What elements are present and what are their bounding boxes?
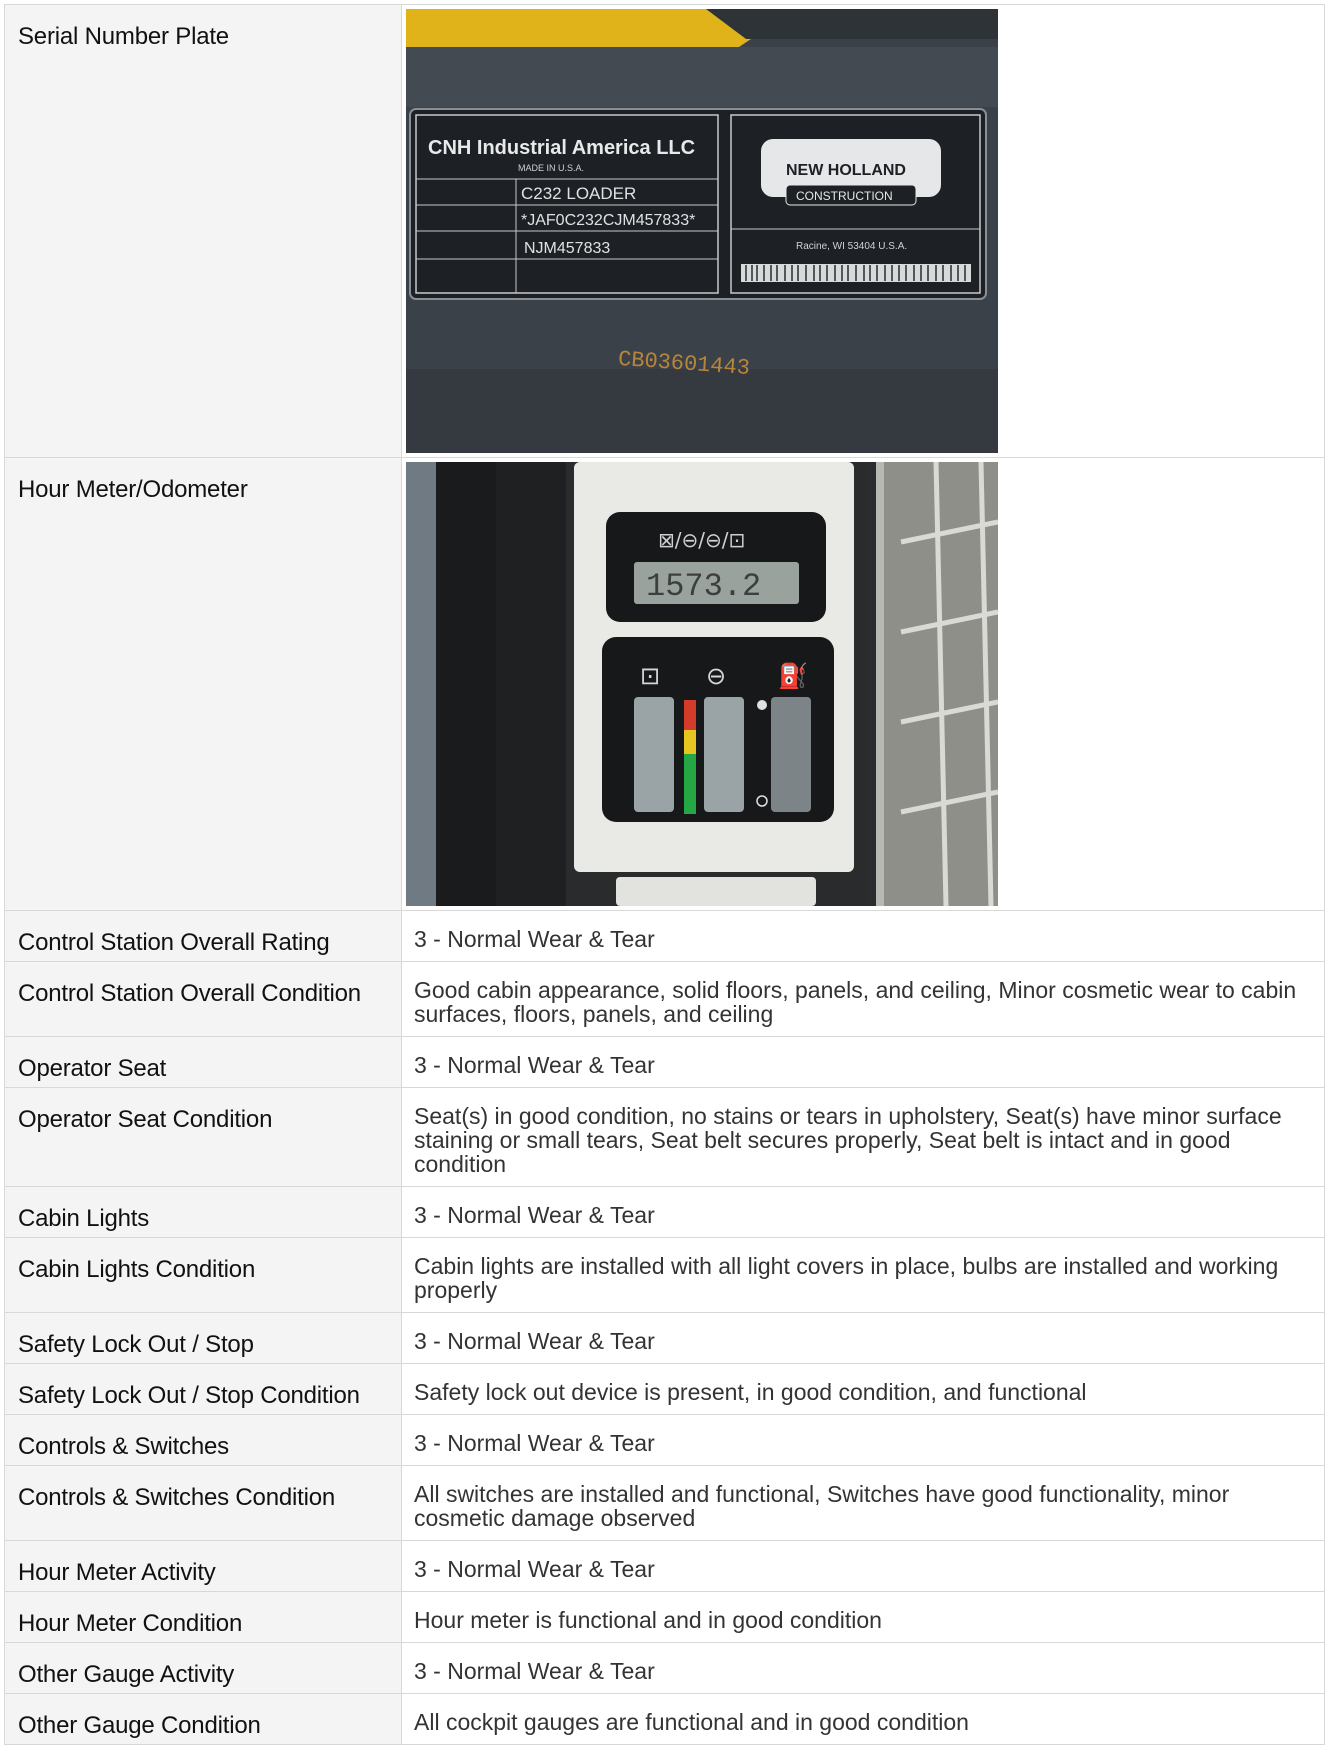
row-value: Seat(s) in good condition, no stains or … xyxy=(401,1087,1325,1187)
hour-meter-photo[interactable]: 1573.2 ⊠/⊖/⊖/⊡ ⊡ ⊖ ⛽ xyxy=(406,462,998,906)
plate-address: Racine, WI 53404 U.S.A. xyxy=(796,241,907,252)
inspection-table: Serial Number Plate CNH Industrial Ameri… xyxy=(4,4,1325,1745)
table-row: Safety Lock Out / Stop 3 - Normal Wear &… xyxy=(4,1312,1325,1364)
table-row: Operator Seat 3 - Normal Wear & Tear xyxy=(4,1036,1325,1088)
row-value: 3 - Normal Wear & Tear xyxy=(401,1036,1325,1088)
row-label: Operator Seat xyxy=(4,1036,402,1088)
row-label: Serial Number Plate xyxy=(4,4,402,458)
row-label: Control Station Overall Condition xyxy=(4,961,402,1037)
row-value: 3 - Normal Wear & Tear xyxy=(401,1186,1325,1238)
plate-made-in: MADE IN U.S.A. xyxy=(518,163,584,173)
table-row: Hour Meter Activity 3 - Normal Wear & Te… xyxy=(4,1540,1325,1592)
table-row: Controls & Switches Condition All switch… xyxy=(4,1465,1325,1541)
row-value: 3 - Normal Wear & Tear xyxy=(401,1540,1325,1592)
table-row: Other Gauge Condition All cockpit gauges… xyxy=(4,1693,1325,1745)
meter-reading: 1573.2 xyxy=(646,568,761,605)
row-label: Controls & Switches xyxy=(4,1414,402,1466)
row-label: Hour Meter Condition xyxy=(4,1591,402,1643)
plate-pin: *JAF0C232CJM457833* xyxy=(521,212,695,229)
plate-brand-sub: CONSTRUCTION xyxy=(796,189,893,203)
table-row: Hour Meter Condition Hour meter is funct… xyxy=(4,1591,1325,1643)
row-value: Good cabin appearance, solid floors, pan… xyxy=(401,961,1325,1037)
row-label: Safety Lock Out / Stop xyxy=(4,1312,402,1364)
row-label: Other Gauge Activity xyxy=(4,1642,402,1694)
row-label: Safety Lock Out / Stop Condition xyxy=(4,1363,402,1415)
row-value: All switches are installed and functiona… xyxy=(401,1465,1325,1541)
row-value: All cockpit gauges are functional and in… xyxy=(401,1693,1325,1745)
row-image-cell: CNH Industrial America LLC MADE IN U.S.A… xyxy=(401,4,1325,458)
row-label: Cabin Lights xyxy=(4,1186,402,1238)
oil-temp-icon: ⊖ xyxy=(706,662,726,690)
table-row: Operator Seat Condition Seat(s) in good … xyxy=(4,1087,1325,1187)
table-row: Cabin Lights Condition Cabin lights are … xyxy=(4,1237,1325,1313)
row-value: Safety lock out device is present, in go… xyxy=(401,1363,1325,1415)
row-value: 3 - Normal Wear & Tear xyxy=(401,1414,1325,1466)
table-row: Control Station Overall Rating 3 - Norma… xyxy=(4,910,1325,962)
table-row: Controls & Switches 3 - Normal Wear & Te… xyxy=(4,1414,1325,1466)
row-value: 3 - Normal Wear & Tear xyxy=(401,1642,1325,1694)
row-label: Hour Meter Activity xyxy=(4,1540,402,1592)
table-row: Serial Number Plate CNH Industrial Ameri… xyxy=(4,4,1325,458)
plate-model: C232 LOADER xyxy=(521,184,636,203)
table-row: Hour Meter/Odometer 1573.2 ⊠/⊖/⊖/⊡ ⊡ ⊖ ⛽ xyxy=(4,457,1325,911)
meter-icons: ⊠/⊖/⊖/⊡ xyxy=(658,528,745,552)
coolant-temp-icon: ⊡ xyxy=(640,662,660,690)
row-label: Other Gauge Condition xyxy=(4,1693,402,1745)
row-value: Cabin lights are installed with all ligh… xyxy=(401,1237,1325,1313)
table-row: Safety Lock Out / Stop Condition Safety … xyxy=(4,1363,1325,1415)
table-row: Cabin Lights 3 - Normal Wear & Tear xyxy=(4,1186,1325,1238)
row-label: Controls & Switches Condition xyxy=(4,1465,402,1541)
plate-brand: NEW HOLLAND xyxy=(786,162,906,179)
row-label: Cabin Lights Condition xyxy=(4,1237,402,1313)
plate-company: CNH Industrial America LLC xyxy=(428,137,695,159)
row-value: 3 - Normal Wear & Tear xyxy=(401,1312,1325,1364)
row-label: Hour Meter/Odometer xyxy=(4,457,402,911)
row-label: Operator Seat Condition xyxy=(4,1087,402,1187)
serial-number-plate-photo[interactable]: CNH Industrial America LLC MADE IN U.S.A… xyxy=(406,9,998,453)
plate-serial: NJM457833 xyxy=(524,240,610,257)
row-image-cell: 1573.2 ⊠/⊖/⊖/⊡ ⊡ ⊖ ⛽ xyxy=(401,457,1325,911)
table-row: Control Station Overall Condition Good c… xyxy=(4,961,1325,1037)
row-value: Hour meter is functional and in good con… xyxy=(401,1591,1325,1643)
row-value: 3 - Normal Wear & Tear xyxy=(401,910,1325,962)
fuel-icon: ⛽ xyxy=(778,662,808,690)
row-label: Control Station Overall Rating xyxy=(4,910,402,962)
table-row: Other Gauge Activity 3 - Normal Wear & T… xyxy=(4,1642,1325,1694)
